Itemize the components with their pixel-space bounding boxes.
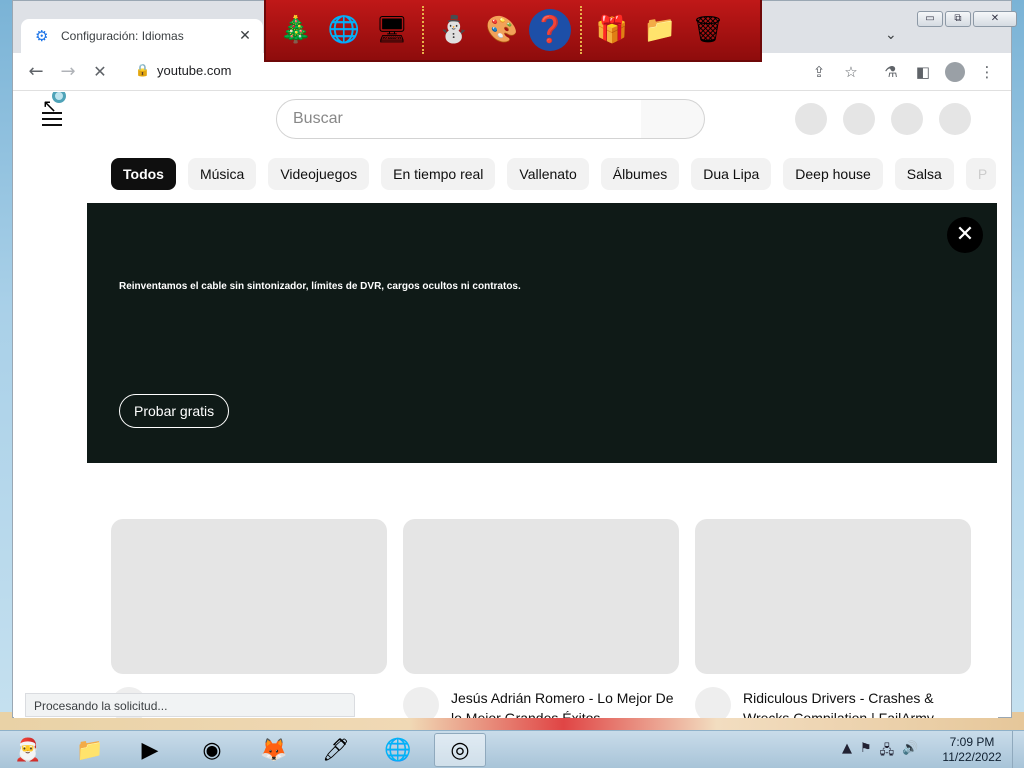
tab-settings-languages[interactable]: ⚙ Configuración: Idiomas ✕ (21, 19, 263, 53)
maximize-button[interactable]: ⧉ (945, 11, 971, 27)
editor-icon[interactable]: 🖊 (310, 733, 362, 767)
chip-deep-house[interactable]: Deep house (783, 158, 883, 190)
tab-close-icon[interactable]: ✕ (237, 28, 253, 44)
search-box[interactable] (276, 99, 642, 139)
create-placeholder[interactable] (843, 103, 875, 135)
search-input[interactable] (293, 110, 625, 128)
account-avatar-placeholder[interactable] (939, 103, 971, 135)
category-chips: Todos Música Videojuegos En tiempo real … (111, 158, 996, 190)
taskbar: 🎅 📁 ▶ ◉ 🦊 🖊 🌐 ◎ ▲ ⚑ 🖧 🔊 7:09 PM 11/22/20… (0, 730, 1024, 768)
tab-search-chevron-icon[interactable]: ⌄ (885, 27, 897, 43)
status-bubble: Procesando la solicitud... (25, 693, 355, 717)
banner-close-icon[interactable]: ✕ (947, 217, 983, 253)
launcher-recycle-bin-icon[interactable]: 🗑 (687, 9, 729, 51)
more-menu-icon[interactable]: ⋮ (977, 62, 997, 82)
stop-loading-icon[interactable]: ✕ (89, 61, 111, 83)
minimize-button[interactable]: ▭ (917, 11, 943, 27)
search-button[interactable] (641, 99, 705, 139)
taskbar-clock[interactable]: 7:09 PM 11/22/2022 (934, 735, 1010, 765)
launcher-separator (422, 6, 424, 54)
launcher-control-panel-icon[interactable]: 🎨 (481, 9, 523, 51)
lock-icon[interactable]: 🔒 (135, 63, 150, 77)
channel-avatar[interactable] (403, 687, 439, 718)
volume-icon[interactable]: 🔊 (902, 741, 918, 763)
labs-flask-icon[interactable]: ⚗ (881, 62, 901, 82)
share-icon[interactable]: ⇪ (809, 62, 829, 82)
gear-icon: ⚙ (35, 27, 49, 45)
tab-title: Configuración: Idiomas (61, 29, 184, 43)
video-card[interactable]: Francia vs. Australia 4-1 | Copa (111, 519, 387, 718)
chip-vallenato[interactable]: Vallenato (507, 158, 589, 190)
chip-albumes[interactable]: Álbumes (600, 158, 680, 190)
launcher-computer-icon[interactable]: 🎄 (275, 9, 317, 51)
launcher-display-icon[interactable]: 🖥 (371, 9, 413, 51)
firefox-icon[interactable]: 🦊 (248, 733, 300, 767)
video-card[interactable]: Ridiculous Drivers - Crashes & Wrecks Co… (695, 519, 971, 718)
active-chrome-window-icon[interactable]: ◎ (434, 733, 486, 767)
launcher-gift-icon[interactable]: 🎁 (591, 9, 633, 51)
chip-videojuegos[interactable]: Videojuegos (268, 158, 370, 190)
show-desktop-button[interactable] (1012, 731, 1024, 768)
chip-musica[interactable]: Música (187, 158, 257, 190)
launcher-folder-icon[interactable]: 📁 (639, 9, 681, 51)
launcher-network-icon[interactable]: 🌐 (323, 9, 365, 51)
window-controls: ▭ ⧉ ✕ (917, 11, 1017, 27)
chip-overflow[interactable]: P (965, 158, 996, 190)
download-manager-icon[interactable]: 🌐 (372, 733, 424, 767)
try-free-button[interactable]: Probar gratis (119, 394, 230, 428)
launcher-help-icon[interactable]: ❓ (529, 9, 571, 51)
promo-banner: ✕ Reinventamos el cable sin sintonizador… (87, 203, 997, 463)
close-window-button[interactable]: ✕ (973, 11, 1017, 27)
bookmark-star-icon[interactable]: ☆ (841, 62, 861, 82)
forward-arrow-icon[interactable]: → (57, 61, 79, 83)
profile-icon[interactable] (945, 62, 965, 82)
video-title[interactable]: Ridiculous Drivers - Crashes & Wrecks Co… (743, 688, 969, 718)
launcher-snowman-icon[interactable]: ⛄ (433, 9, 475, 51)
network-icon[interactable]: 🖧 (880, 741, 895, 763)
file-explorer-icon[interactable]: 📁 (64, 733, 116, 767)
video-thumbnail[interactable] (111, 519, 387, 674)
clock-date: 11/22/2022 (942, 750, 1002, 764)
back-arrow-icon[interactable]: ← (25, 61, 47, 83)
address-bar[interactable]: youtube.com (157, 63, 231, 78)
channel-avatar[interactable] (695, 687, 731, 718)
chrome-icon[interactable]: ◉ (186, 733, 238, 767)
action-center-icon[interactable]: ⚑ (860, 741, 872, 763)
tray-expand-icon[interactable]: ▲ (842, 741, 852, 763)
system-tray: ▲ ⚑ 🖧 🔊 (842, 741, 918, 763)
notifications-placeholder[interactable] (891, 103, 923, 135)
start-button-icon[interactable]: 🎅 (2, 733, 54, 767)
video-card[interactable]: Jesús Adrián Romero - Lo Mejor De lo Mej… (403, 519, 679, 718)
chip-salsa[interactable]: Salsa (894, 158, 954, 190)
chip-en-tiempo-real[interactable]: En tiempo real (381, 158, 496, 190)
launcher-separator (580, 6, 582, 54)
launcher-toolbar: 🎄 🌐 🖥 ⛄ 🎨 ❓ 🎁 📁 🗑 (264, 0, 762, 62)
side-panel-icon[interactable]: ◧ (913, 62, 933, 82)
banner-headline: Reinventamos el cable sin sintonizador, … (119, 281, 521, 292)
video-thumbnail[interactable] (695, 519, 971, 674)
busy-spinner-icon (52, 92, 66, 103)
chip-todos[interactable]: Todos (111, 158, 176, 190)
video-title[interactable]: Jesús Adrián Romero - Lo Mejor De lo Mej… (451, 688, 677, 718)
voice-search-placeholder[interactable] (795, 103, 827, 135)
chip-dua-lipa[interactable]: Dua Lipa (691, 158, 772, 190)
clock-time: 7:09 PM (949, 735, 995, 749)
media-player-icon[interactable]: ▶ (124, 733, 176, 767)
browser-window: ⚙ Configuración: Idiomas ✕ ⌄ ▭ ⧉ ✕ ← → ✕… (12, 0, 1017, 718)
youtube-page: ↖ Todos Música Videojuegos En tiempo rea… (14, 92, 998, 718)
video-thumbnail[interactable] (403, 519, 679, 674)
